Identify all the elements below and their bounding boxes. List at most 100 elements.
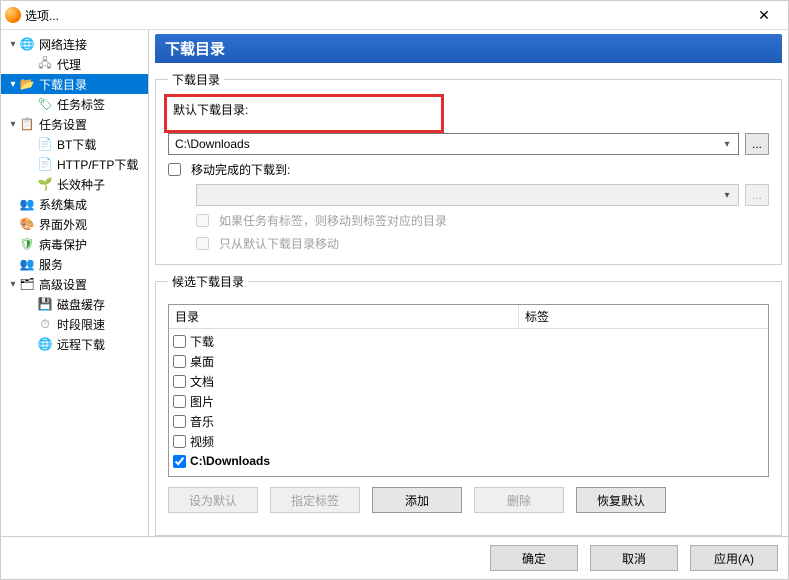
candidate-label: 桌面 bbox=[190, 353, 214, 370]
dialog-footer: 确定 取消 应用(A) bbox=[1, 536, 788, 579]
tree-icon bbox=[19, 216, 35, 232]
tree-icon bbox=[19, 196, 35, 212]
candidate-checkbox[interactable] bbox=[173, 395, 186, 408]
chevron-down-icon: ▾ bbox=[720, 188, 734, 202]
close-icon[interactable]: ✕ bbox=[744, 3, 784, 27]
only-default-checkbox bbox=[196, 237, 209, 250]
candidate-dir-legend: 候选下载目录 bbox=[168, 273, 248, 290]
candidate-dir-group: 候选下载目录 目录 标签 下载桌面文档图片音乐视频 C:\Downloads 设为… bbox=[155, 273, 782, 536]
browse-default-button[interactable]: ... bbox=[745, 133, 769, 155]
sidebar-item[interactable]: 界面外观 bbox=[1, 214, 148, 234]
tag-move-checkbox bbox=[196, 214, 209, 227]
candidate-row[interactable]: 桌面 bbox=[173, 351, 764, 371]
sidebar-item-label: 任务标签 bbox=[57, 96, 105, 113]
candidate-label: C:\Downloads bbox=[190, 454, 270, 468]
app-icon bbox=[5, 7, 21, 23]
candidate-row[interactable]: 视频 bbox=[173, 431, 764, 451]
sidebar-item-label: 磁盘缓存 bbox=[57, 296, 105, 313]
candidate-row[interactable]: 图片 bbox=[173, 391, 764, 411]
tree-icon bbox=[19, 36, 35, 52]
sidebar-item[interactable]: HTTP/FTP下载 bbox=[1, 154, 148, 174]
download-dir-legend: 下载目录 bbox=[168, 71, 224, 88]
sidebar-item[interactable]: ▾下载目录 bbox=[1, 74, 148, 94]
sidebar-item[interactable]: ▾网络连接 bbox=[1, 34, 148, 54]
sidebar-item[interactable]: 病毒保护 bbox=[1, 234, 148, 254]
sidebar-item-label: 服务 bbox=[39, 256, 63, 273]
candidate-row[interactable]: 音乐 bbox=[173, 411, 764, 431]
title-bar: 选项... ✕ bbox=[1, 1, 788, 29]
candidate-label: 图片 bbox=[190, 393, 214, 410]
candidate-label: 文档 bbox=[190, 373, 214, 390]
sidebar-item-label: BT下载 bbox=[57, 136, 96, 153]
candidate-row[interactable]: 下载 bbox=[173, 331, 764, 351]
sidebar-item-label: 代理 bbox=[57, 56, 81, 73]
tree-icon bbox=[19, 276, 35, 292]
default-dir-select[interactable]: C:\Downloads ▾ bbox=[168, 133, 739, 155]
tree-icon bbox=[19, 76, 35, 92]
candidate-checkbox[interactable] bbox=[173, 355, 186, 368]
sidebar-item-label: HTTP/FTP下载 bbox=[57, 156, 138, 173]
sidebar-item-label: 远程下载 bbox=[57, 336, 105, 353]
tree-icon bbox=[37, 176, 53, 192]
candidate-table-header: 目录 标签 bbox=[169, 305, 768, 329]
add-button[interactable]: 添加 bbox=[372, 487, 462, 513]
delete-button: 删除 bbox=[474, 487, 564, 513]
sidebar-item-label: 时段限速 bbox=[57, 316, 105, 333]
candidate-checkbox[interactable] bbox=[173, 455, 186, 468]
candidate-row[interactable]: 文档 bbox=[173, 371, 764, 391]
ok-button[interactable]: 确定 bbox=[490, 545, 578, 571]
sidebar-item[interactable]: 代理 bbox=[1, 54, 148, 74]
sidebar-item[interactable]: BT下载 bbox=[1, 134, 148, 154]
sidebar-item[interactable]: 时段限速 bbox=[1, 314, 148, 334]
tree-icon bbox=[37, 316, 53, 332]
sidebar-item[interactable]: 服务 bbox=[1, 254, 148, 274]
window-title: 选项... bbox=[25, 7, 59, 24]
tree-icon bbox=[37, 296, 53, 312]
highlight-box: 默认下载目录: bbox=[164, 94, 444, 133]
sidebar-item-label: 高级设置 bbox=[39, 276, 87, 293]
sidebar-item[interactable]: 系统集成 bbox=[1, 194, 148, 214]
candidate-row[interactable]: C:\Downloads bbox=[173, 451, 764, 471]
sidebar-item-label: 病毒保护 bbox=[39, 236, 87, 253]
sidebar-item[interactable]: 任务标签 bbox=[1, 94, 148, 114]
col-dir[interactable]: 目录 bbox=[169, 305, 519, 328]
sidebar-item-label: 网络连接 bbox=[39, 36, 87, 53]
candidate-checkbox[interactable] bbox=[173, 415, 186, 428]
sidebar-item[interactable]: ▾高级设置 bbox=[1, 274, 148, 294]
tree-icon bbox=[37, 156, 53, 172]
move-dir-select: ▾ bbox=[196, 184, 739, 206]
sidebar-item-label: 系统集成 bbox=[39, 196, 87, 213]
tree-icon bbox=[37, 136, 53, 152]
candidate-checkbox[interactable] bbox=[173, 435, 186, 448]
sidebar-item[interactable]: 远程下载 bbox=[1, 334, 148, 354]
move-completed-checkbox[interactable] bbox=[168, 163, 181, 176]
sidebar-item[interactable]: 磁盘缓存 bbox=[1, 294, 148, 314]
candidate-table: 目录 标签 下载桌面文档图片音乐视频 C:\Downloads bbox=[168, 304, 769, 477]
restore-default-button[interactable]: 恢复默认 bbox=[576, 487, 666, 513]
chevron-down-icon: ▾ bbox=[720, 137, 734, 151]
candidate-label: 下载 bbox=[190, 333, 214, 350]
page-title: 下载目录 bbox=[155, 34, 782, 63]
sidebar-item[interactable]: 长效种子 bbox=[1, 174, 148, 194]
only-default-label: 只从默认下载目录移动 bbox=[219, 235, 339, 252]
candidate-checkbox[interactable] bbox=[173, 375, 186, 388]
col-tag[interactable]: 标签 bbox=[519, 305, 768, 328]
candidate-label: 视频 bbox=[190, 433, 214, 450]
set-tag-button: 指定标签 bbox=[270, 487, 360, 513]
settings-tree: ▾网络连接代理▾下载目录任务标签▾任务设置 BT下载 HTTP/FTP下载长效种子系… bbox=[1, 30, 149, 536]
tree-icon bbox=[19, 256, 35, 272]
download-dir-group: 下载目录 默认下载目录: C:\Downloads ▾ ... 移动完成的下载到… bbox=[155, 71, 782, 265]
tag-move-label: 如果任务有标签，则移动到标签对应的目录 bbox=[219, 212, 447, 229]
default-dir-value: C:\Downloads bbox=[175, 137, 250, 151]
set-default-button: 设为默认 bbox=[168, 487, 258, 513]
candidate-label: 音乐 bbox=[190, 413, 214, 430]
candidate-checkbox[interactable] bbox=[173, 335, 186, 348]
sidebar-item[interactable]: ▾任务设置 bbox=[1, 114, 148, 134]
tree-icon bbox=[19, 116, 35, 132]
browse-move-button: ... bbox=[745, 184, 769, 206]
default-dir-label: 默认下载目录: bbox=[173, 101, 435, 118]
sidebar-item-label: 下载目录 bbox=[39, 76, 87, 93]
apply-button[interactable]: 应用(A) bbox=[690, 545, 778, 571]
cancel-button[interactable]: 取消 bbox=[590, 545, 678, 571]
tree-icon bbox=[19, 236, 35, 252]
